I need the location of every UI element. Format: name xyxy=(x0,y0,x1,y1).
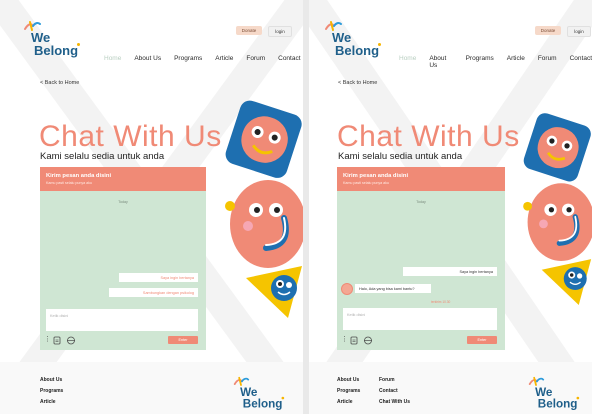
donate-button[interactable]: Donate xyxy=(236,26,262,35)
footer-logo[interactable]: We Belong xyxy=(232,376,286,411)
logo-dot xyxy=(281,396,285,400)
chat-message-input[interactable]: Ketik disini xyxy=(343,308,497,330)
page-title: Chat With Us xyxy=(39,120,222,153)
chat-date-label: Today xyxy=(118,200,128,204)
page-subtitle: Kami selalu sedia untuk anda xyxy=(338,151,463,162)
nav-about-us[interactable]: About Us xyxy=(429,55,452,69)
chat-message-input[interactable]: Ketik disini xyxy=(46,309,198,331)
message-delivered-status: terkirim 10.30 xyxy=(431,300,451,304)
logo-text-belong: Belong xyxy=(34,43,79,58)
send-button[interactable]: Enter xyxy=(168,336,198,344)
chat-panel: Kirim pesan anda disini Kamu pasti selal… xyxy=(40,167,206,350)
back-to-home-link[interactable]: < Back to Home xyxy=(40,80,79,86)
chat-panel: Kirim pesan anda disini Kamu pasti selal… xyxy=(337,167,505,350)
chat-header-subtitle: Kamu pasti selalu punya aku xyxy=(343,181,389,185)
logo-text-belong: Belong xyxy=(335,43,380,58)
main-nav: Home About Us Programs Article Forum Con… xyxy=(104,55,301,62)
nav-article[interactable]: Article xyxy=(507,55,525,69)
nav-contact[interactable]: Contact xyxy=(570,55,592,69)
nav-home[interactable]: Home xyxy=(399,55,416,69)
chat-screen-initial: We Belong Donate login Home About Us Pro… xyxy=(0,0,303,414)
page-title: Chat With Us xyxy=(337,120,520,153)
send-button[interactable]: Enter xyxy=(467,336,497,344)
chat-header: Kirim pesan anda disini Kamu pasti selal… xyxy=(337,167,505,191)
emoji-icon[interactable] xyxy=(363,336,373,345)
more-vertical-icon[interactable]: ⋮ xyxy=(341,336,348,343)
nav-home[interactable]: Home xyxy=(104,55,121,62)
page-subtitle: Kami selalu sedia untuk anda xyxy=(40,151,165,162)
logo-dot xyxy=(576,396,580,400)
nav-article[interactable]: Article xyxy=(215,55,233,62)
donate-button[interactable]: Donate xyxy=(535,26,561,35)
attachment-icon[interactable] xyxy=(53,336,62,345)
logo-dot xyxy=(77,43,80,46)
logo-text-belong: Belong xyxy=(242,396,283,411)
footer-link-article[interactable]: Article xyxy=(337,399,353,405)
chat-screen-reply: We Belong Donate login Home About Us Pro… xyxy=(309,0,592,414)
footer-link-chat-with-us[interactable]: Chat With Us xyxy=(379,399,410,405)
chat-message-outgoing: Saya ingin bertanya xyxy=(403,267,497,276)
chat-header: Kirim pesan anda disini Kamu pasti selal… xyxy=(40,167,206,191)
nav-forum[interactable]: Forum xyxy=(538,55,557,69)
we-belong-logo[interactable]: We Belong xyxy=(323,20,383,58)
footer-link-about-us[interactable]: About Us xyxy=(40,377,62,383)
we-belong-logo[interactable]: We Belong xyxy=(22,20,82,58)
footer: About Us Programs Article We Belong xyxy=(0,362,303,414)
footer-link-contact[interactable]: Contact xyxy=(379,388,398,394)
footer-link-article[interactable]: Article xyxy=(40,399,56,405)
chat-message-outgoing: Sambungkan dengan psikolog xyxy=(109,288,198,297)
chat-date-label: Today xyxy=(416,200,426,204)
chat-message-outgoing: Saya ingin bertanya xyxy=(119,273,198,282)
footer-logo[interactable]: We Belong xyxy=(527,376,581,411)
nav-forum[interactable]: Forum xyxy=(246,55,265,62)
footer-link-programs[interactable]: Programs xyxy=(337,388,360,394)
chat-header-subtitle: Kamu pasti selalu punya aku xyxy=(46,181,92,185)
footer-link-forum[interactable]: Forum xyxy=(379,377,395,383)
main-nav: Home About Us Programs Article Forum Con… xyxy=(399,55,592,69)
login-button[interactable]: login xyxy=(567,26,591,37)
emoji-icon[interactable] xyxy=(66,336,76,345)
attachment-icon[interactable] xyxy=(350,336,359,345)
footer-link-programs[interactable]: Programs xyxy=(40,388,63,394)
decorative-characters-illustration xyxy=(523,113,592,306)
back-to-home-link[interactable]: < Back to Home xyxy=(338,80,377,86)
chat-message-incoming: Halo, Ada yang bisa kami bantu? xyxy=(355,284,431,293)
logo-dot xyxy=(378,43,381,46)
chat-header-title: Kirim pesan anda disini xyxy=(46,173,112,179)
footer-link-about-us[interactable]: About Us xyxy=(337,377,359,383)
nav-programs[interactable]: Programs xyxy=(466,55,494,69)
logo-text-belong: Belong xyxy=(537,396,578,411)
login-button[interactable]: login xyxy=(268,26,292,37)
decorative-characters-illustration xyxy=(225,100,303,318)
footer: About Us Programs Article Forum Contact … xyxy=(309,362,592,414)
chat-header-title: Kirim pesan anda disini xyxy=(343,173,409,179)
more-vertical-icon[interactable]: ⋮ xyxy=(44,336,51,343)
nav-about-us[interactable]: About Us xyxy=(134,55,161,62)
nav-programs[interactable]: Programs xyxy=(174,55,202,62)
agent-avatar xyxy=(341,283,353,295)
nav-contact[interactable]: Contact xyxy=(278,55,300,62)
